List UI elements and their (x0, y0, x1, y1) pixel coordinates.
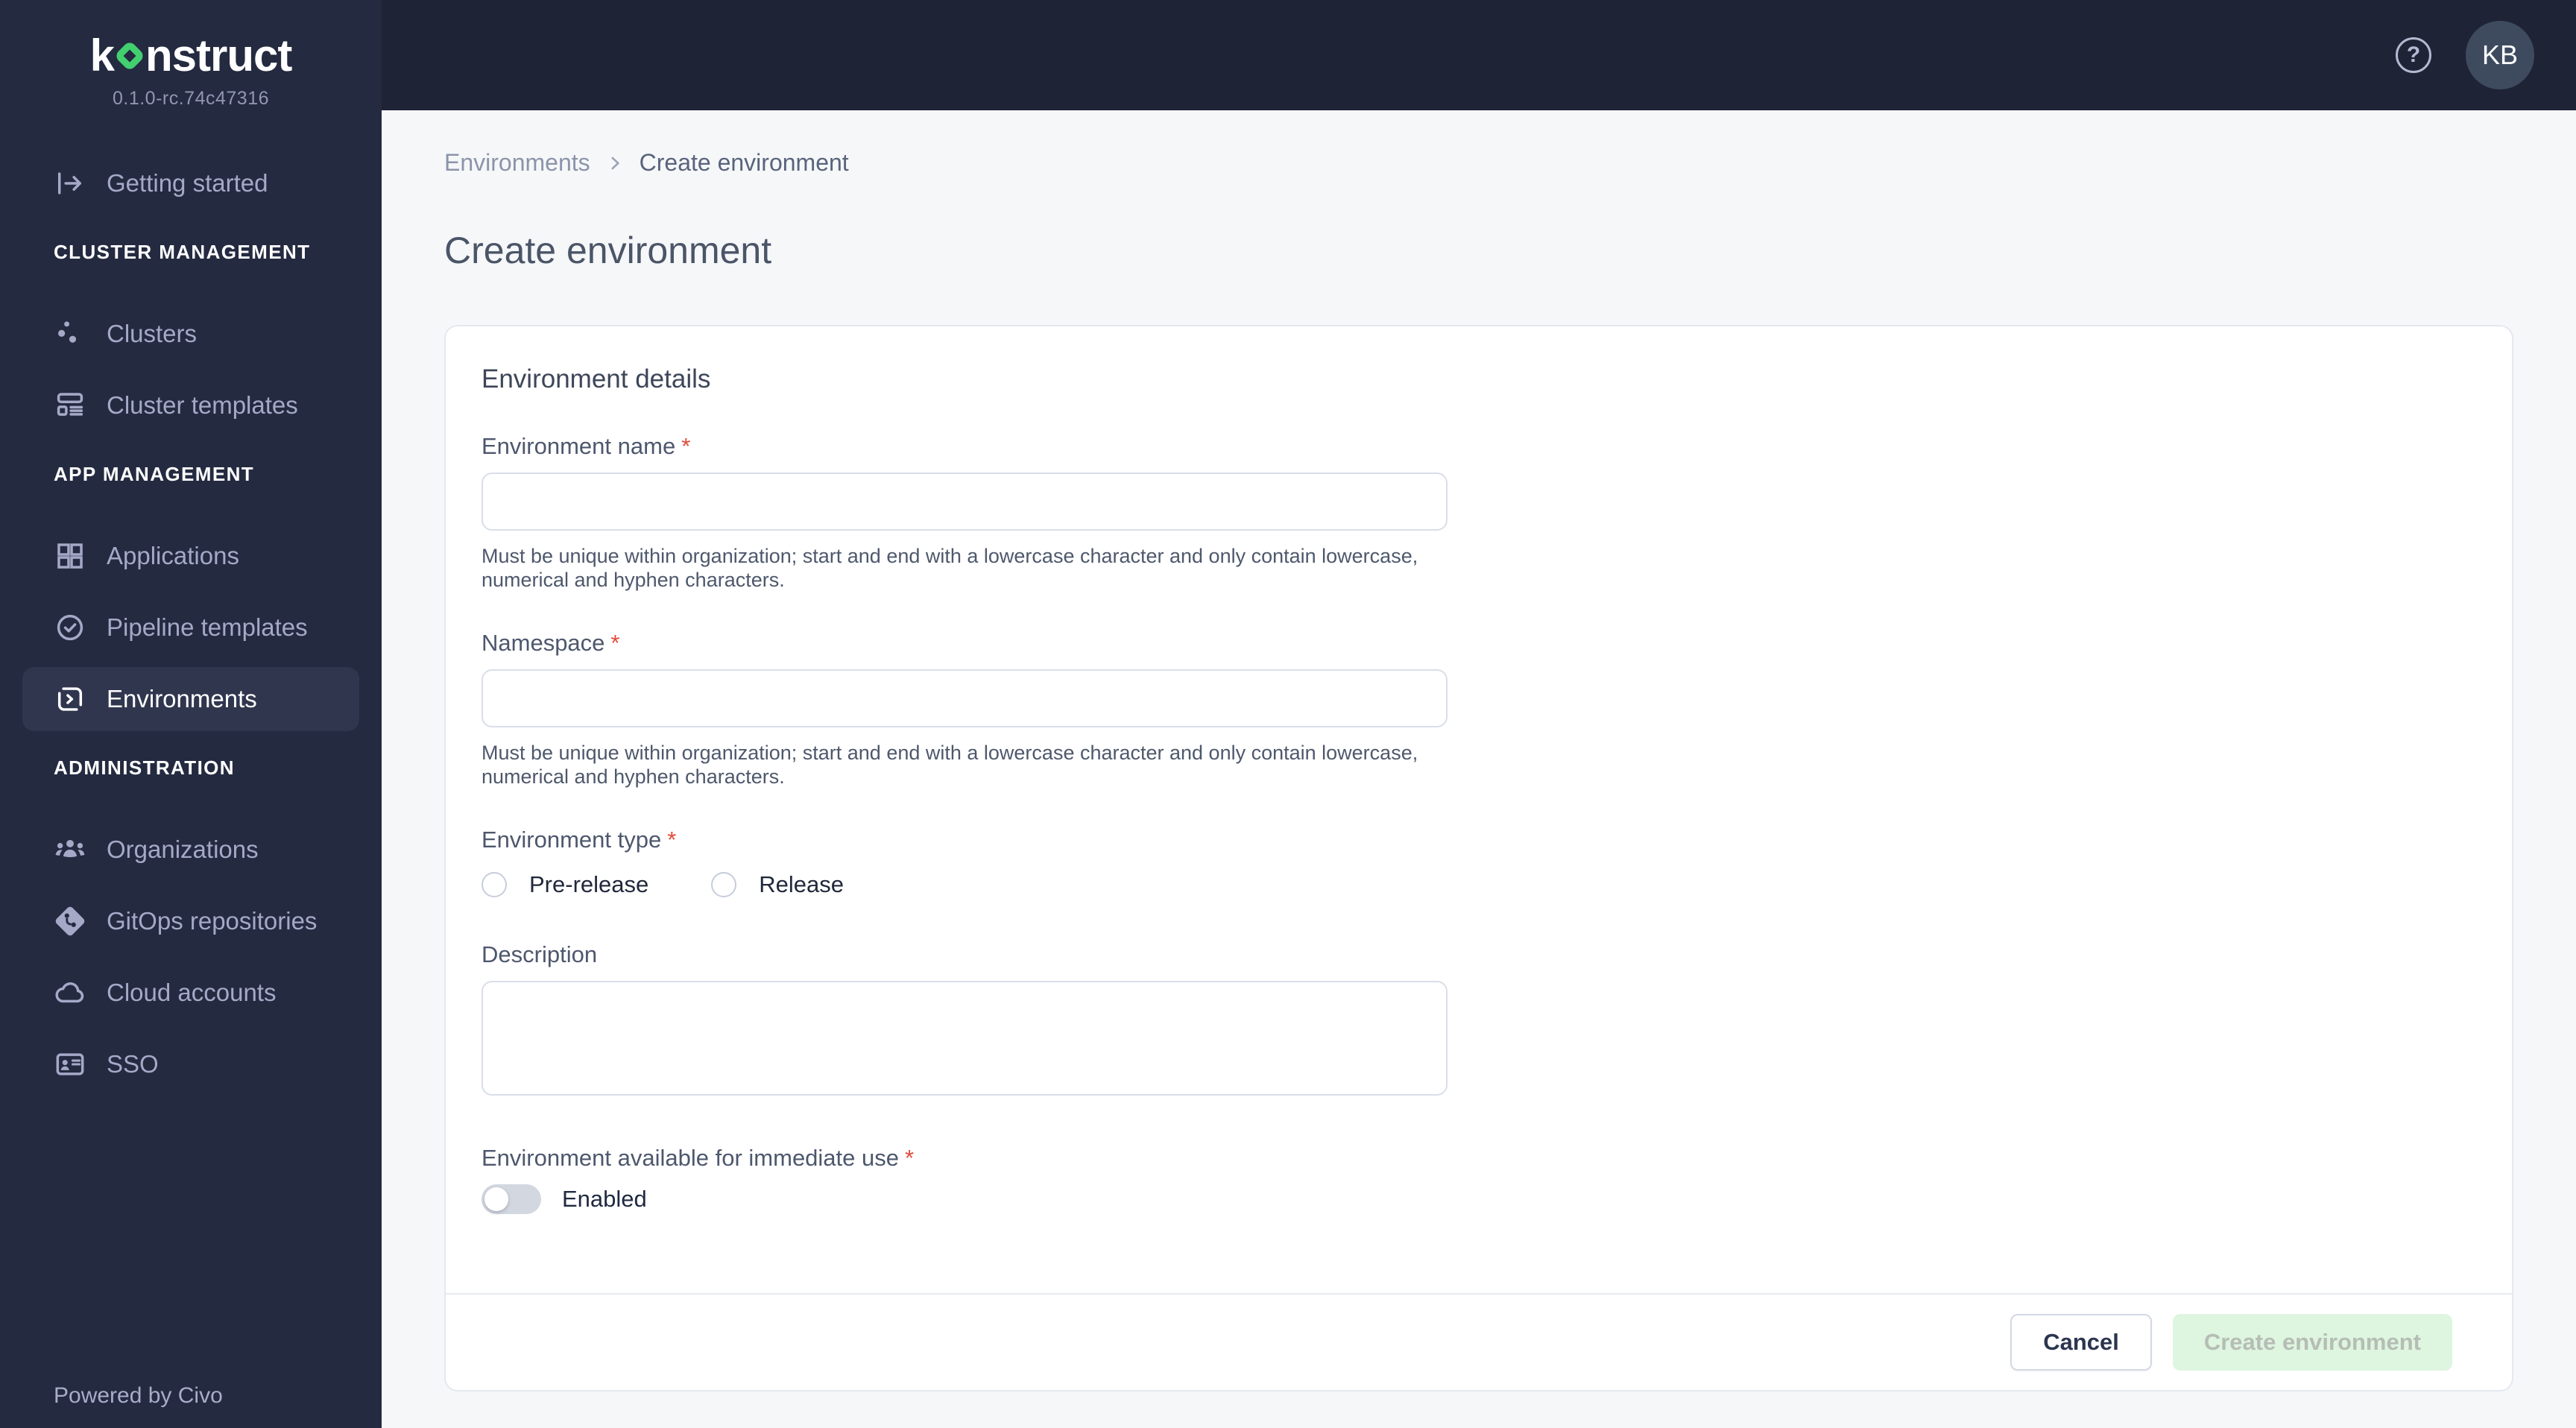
cloud-icon (55, 982, 84, 1003)
card-footer: Cancel Create environment (446, 1293, 2512, 1390)
description-field: Description (482, 941, 2476, 1096)
label-text: Environment available for immediate use (482, 1145, 899, 1171)
section-heading-app-management: APP MANAGEMENT (54, 463, 255, 485)
environment-form-card: Environment details Environment name * Mu… (444, 325, 2513, 1391)
radio-pre-release[interactable]: Pre-release (482, 871, 648, 898)
chevron-right-icon (611, 157, 619, 169)
sidebar: k nstruct 0.1.0-rc.74c47316 Getting start… (0, 0, 382, 1428)
sidebar-item-organizations[interactable]: Organizations (22, 818, 359, 882)
help-glyph: ? (2406, 42, 2421, 67)
sidebar-item-label: Clusters (107, 320, 198, 347)
toggle-knob (484, 1187, 508, 1211)
namespace-help: Must be unique within organization; star… (482, 742, 1418, 788)
id-card-icon (56, 1053, 84, 1075)
cancel-button[interactable]: Cancel (2010, 1314, 2152, 1371)
description-label: Description (482, 941, 598, 967)
avatar[interactable]: KB (2466, 21, 2534, 89)
environments-cycle-icon (57, 687, 83, 711)
main-column: ? KB Environments Create environment Cre… (382, 0, 2576, 1428)
radio-label: Release (759, 871, 844, 897)
sidebar-item-label: GitOps repositories (107, 907, 318, 935)
namespace-label: Namespace * (482, 629, 2476, 657)
environment-type-options: Pre-release Release (482, 871, 2476, 898)
sidebar-item-label: Environments (107, 685, 257, 713)
powered-by: Powered by Civo (54, 1383, 223, 1408)
radio-circle-icon[interactable] (711, 872, 737, 897)
grid-icon (57, 543, 83, 569)
enabled-toggle[interactable] (482, 1184, 541, 1214)
label-text: Environment name (482, 433, 676, 459)
people-group-icon (55, 839, 85, 858)
environment-name-label: Environment name * (482, 432, 2476, 461)
cluster-dots-icon (58, 321, 77, 343)
breadcrumb: Environments Create environment (444, 149, 2513, 177)
sidebar-item-cloud-accounts[interactable]: Cloud accounts (22, 961, 359, 1025)
content-area: Environments Create environment Create e… (382, 110, 2576, 1428)
logo-diamond-icon (113, 40, 146, 72)
immediate-use-field: Environment available for immediate use *… (482, 1144, 2476, 1214)
sidebar-item-applications[interactable]: Applications (22, 524, 359, 588)
environment-type-field: Environment type * Pre-release Release (482, 826, 2476, 898)
environment-name-help: Must be unique within organization; star… (482, 545, 1418, 591)
sidebar-item-gitops-repositories[interactable]: GitOps repositories (22, 889, 359, 953)
label-text: Namespace (482, 630, 605, 656)
sidebar-item-clusters[interactable]: Clusters (22, 302, 359, 366)
sidebar-item-cluster-templates[interactable]: Cluster templates (22, 373, 359, 437)
sidebar-item-label: Pipeline templates (107, 613, 308, 641)
sidebar-item-sso[interactable]: SSO (22, 1032, 359, 1096)
log-in-arrow-icon (57, 172, 81, 195)
radio-release[interactable]: Release (711, 871, 844, 898)
sidebar-item-pipeline-templates[interactable]: Pipeline templates (22, 595, 359, 660)
breadcrumb-current: Create environment (639, 149, 849, 176)
radio-label: Pre-release (529, 871, 649, 897)
sidebar-item-label: SSO (107, 1050, 159, 1078)
namespace-input[interactable] (482, 669, 1448, 727)
logo-area: k nstruct 0.1.0-rc.74c47316 (0, 0, 382, 110)
sidebar-nav: Getting started CLUSTER MANAGEMENT Clust… (0, 151, 382, 1104)
required-asterisk: * (681, 433, 691, 459)
required-asterisk: * (667, 827, 677, 853)
sidebar-item-label: Getting started (107, 169, 268, 197)
git-icon (55, 906, 85, 936)
sidebar-item-getting-started[interactable]: Getting started (22, 151, 359, 215)
card-title: Environment details (482, 364, 711, 394)
description-textarea[interactable] (482, 981, 1448, 1096)
sidebar-item-label: Organizations (107, 835, 259, 863)
page-title: Create environment (444, 230, 772, 271)
section-heading-cluster-management: CLUSTER MANAGEMENT (54, 241, 311, 263)
card-body: Environment details Environment name * Mu… (446, 326, 2512, 1293)
immediate-use-toggle-row: Enabled (482, 1184, 2476, 1214)
section-heading-administration: ADMINISTRATION (54, 756, 235, 779)
sidebar-item-environments[interactable]: Environments (22, 667, 359, 731)
logo-text-pre: k (89, 31, 115, 80)
sidebar-item-label: Applications (107, 542, 239, 569)
sidebar-item-label: Cloud accounts (107, 979, 277, 1006)
app-logo[interactable]: k nstruct (0, 31, 382, 80)
namespace-field: Namespace * Must be unique within organiz… (482, 629, 2476, 789)
app-version: 0.1.0-rc.74c47316 (112, 88, 270, 109)
create-environment-button[interactable]: Create environment (2172, 1314, 2452, 1371)
avatar-initials: KB (2481, 40, 2519, 70)
check-circle-icon (57, 614, 83, 641)
required-asterisk: * (905, 1145, 915, 1171)
template-icon (57, 393, 83, 416)
environment-type-label: Environment type * (482, 826, 2476, 854)
logo-text-post: nstruct (145, 31, 292, 80)
environment-name-input[interactable] (482, 473, 1448, 531)
label-text: Environment type (482, 827, 662, 853)
help-icon[interactable]: ? (2396, 37, 2431, 73)
radio-circle-icon[interactable] (482, 872, 507, 897)
toggle-label: Enabled (562, 1186, 647, 1212)
environment-name-field: Environment name * Must be unique within … (482, 432, 2476, 592)
breadcrumb-environments-link[interactable]: Environments (444, 149, 590, 177)
topbar: ? KB (382, 0, 2576, 110)
immediate-use-label: Environment available for immediate use * (482, 1144, 2476, 1172)
required-asterisk: * (610, 630, 620, 656)
sidebar-item-label: Cluster templates (107, 391, 298, 419)
